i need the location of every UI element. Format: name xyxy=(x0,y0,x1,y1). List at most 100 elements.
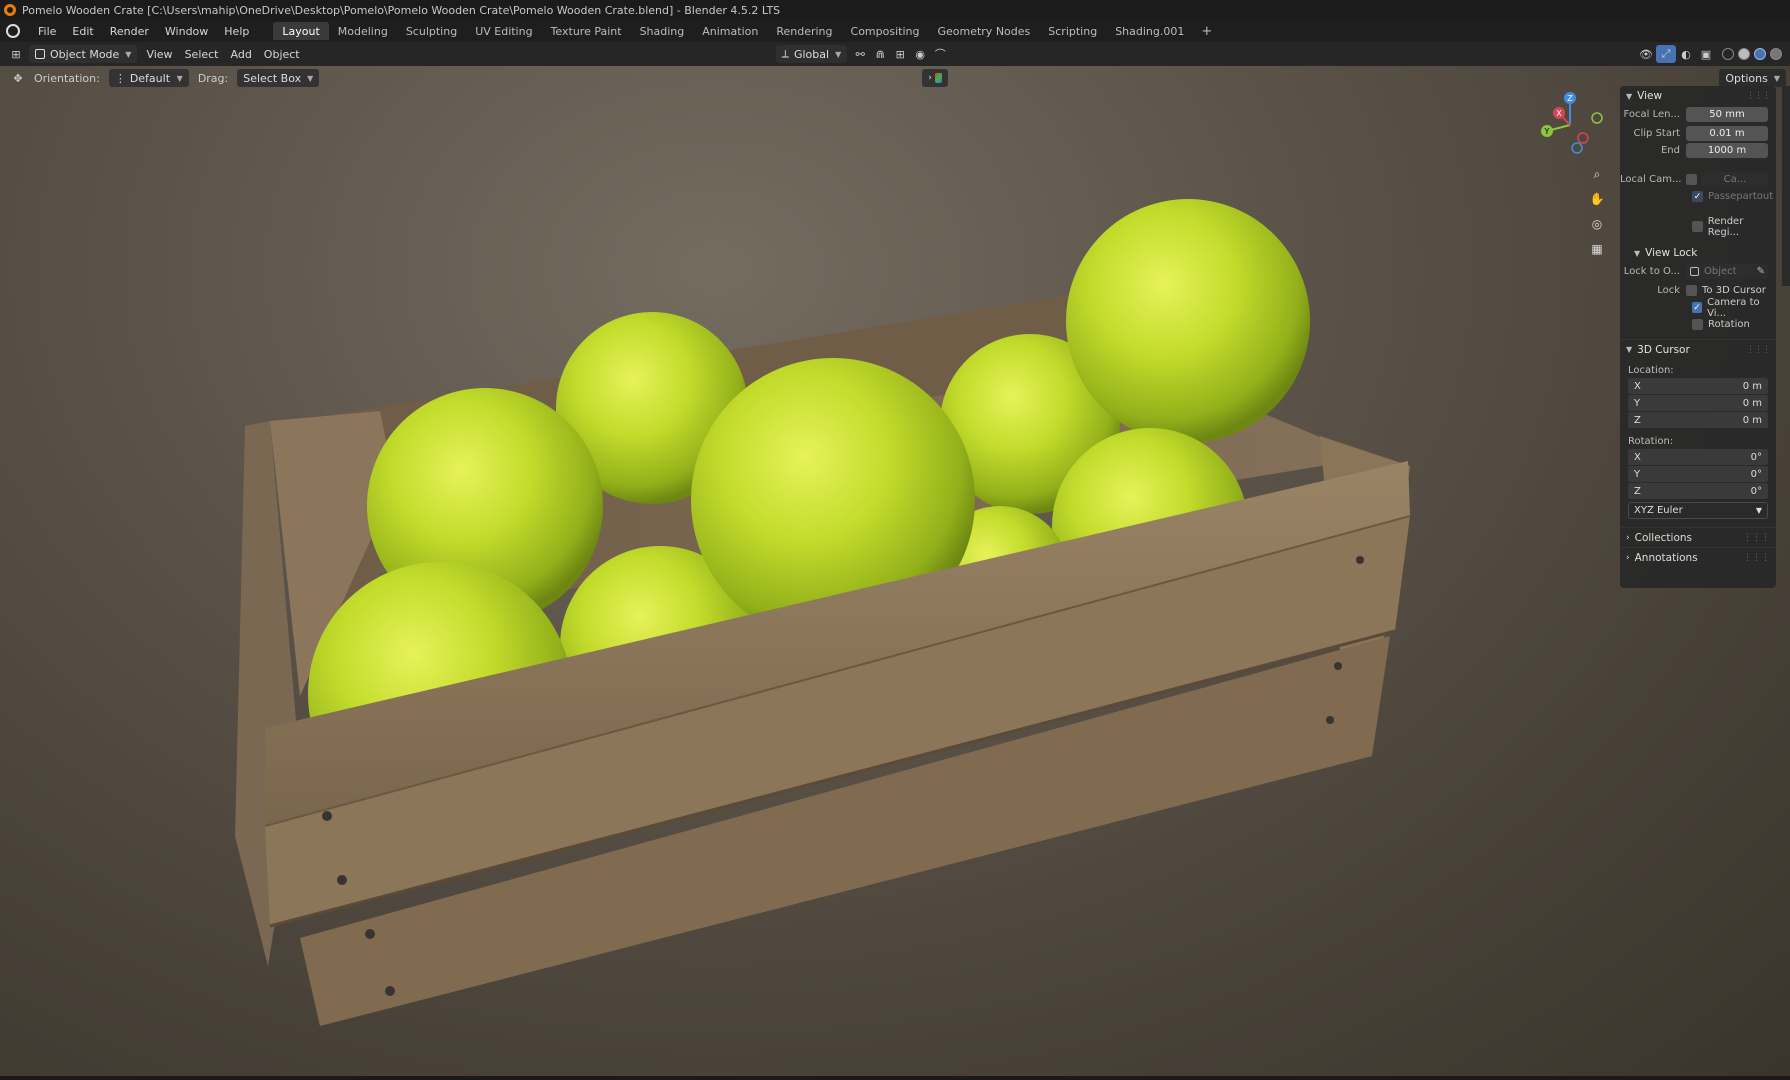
clip-end-field[interactable]: 1000 m xyxy=(1686,143,1768,158)
camera-to-view-checkbox[interactable]: ✓ xyxy=(1692,302,1703,313)
gizmo-neg-z[interactable] xyxy=(1571,142,1583,154)
cursor-location-x[interactable]: X0 m xyxy=(1628,378,1768,394)
cursor-location-y[interactable]: Y0 m xyxy=(1628,395,1768,411)
nail xyxy=(322,811,332,821)
eyedropper-icon[interactable]: ✎ xyxy=(1757,266,1765,277)
local-camera-field[interactable]: Ca... xyxy=(1702,172,1768,187)
drag-grip-icon[interactable]: ⋮⋮⋮ xyxy=(1743,533,1770,543)
rendered-shading-icon[interactable] xyxy=(1770,48,1782,60)
tab-compositing[interactable]: Compositing xyxy=(842,22,929,40)
zoom-icon[interactable]: ⌕ xyxy=(1586,163,1608,185)
solid-shading-icon[interactable] xyxy=(1738,48,1750,60)
render-region-checkbox[interactable] xyxy=(1692,221,1703,232)
pomelo-top-right xyxy=(1066,199,1310,443)
camera-view-icon[interactable]: ◎ xyxy=(1586,213,1608,235)
chevron-down-icon: ▼ xyxy=(125,49,132,59)
gizmo-y-label: Y xyxy=(1544,127,1550,136)
editor-type-icon[interactable]: ⊞ xyxy=(6,45,26,63)
lock-to-object-row: Lock to O... Object ✎ xyxy=(1620,263,1776,280)
menu-render[interactable]: Render xyxy=(102,23,157,40)
cursor-location-z[interactable]: Z0 m xyxy=(1628,412,1768,428)
3d-viewport[interactable]: Z Y X ⌕ ✋ ◎ ▦ xyxy=(0,66,1790,1078)
tab-modeling[interactable]: Modeling xyxy=(329,22,397,40)
menu-help[interactable]: Help xyxy=(216,23,257,40)
header-menu-select[interactable]: Select xyxy=(179,45,225,63)
tab-animation[interactable]: Animation xyxy=(693,22,767,40)
nail xyxy=(337,875,347,885)
perspective-grid-icon[interactable]: ▦ xyxy=(1586,238,1608,260)
lock-to-3d-cursor-checkbox[interactable] xyxy=(1686,285,1697,296)
transform-tool-icon[interactable]: ✥ xyxy=(8,69,28,87)
header-menu-object[interactable]: Object xyxy=(258,45,306,63)
collections-section-header[interactable]: › Collections ⋮⋮⋮ xyxy=(1620,527,1776,547)
mode-dropdown[interactable]: Object Mode ▼ xyxy=(29,45,138,63)
chevron-right-icon: › xyxy=(928,73,932,83)
gizmo-toggle-icon[interactable]: ⤢ xyxy=(1656,45,1676,63)
3d-cursor-section-header[interactable]: ▼ 3D Cursor ⋮⋮⋮ xyxy=(1620,339,1776,359)
tab-scripting[interactable]: Scripting xyxy=(1039,22,1106,40)
lock-rotation-checkbox[interactable] xyxy=(1692,319,1703,330)
tab-sculpting[interactable]: Sculpting xyxy=(397,22,466,40)
snap-icon[interactable]: ⋒ xyxy=(870,45,890,63)
tab-shading[interactable]: Shading xyxy=(631,22,694,40)
menu-edit[interactable]: Edit xyxy=(64,23,101,40)
transform-orientation-dropdown[interactable]: ⟂ Global ▼ xyxy=(775,45,848,63)
xray-icon[interactable]: ▣ xyxy=(1696,45,1716,63)
camera-to-view-row: ✓ Camera to Vi... xyxy=(1692,296,1760,319)
clip-start-field[interactable]: 0.01 m xyxy=(1686,126,1768,141)
tab-geometry-nodes[interactable]: Geometry Nodes xyxy=(928,22,1039,40)
pan-hand-icon[interactable]: ✋ xyxy=(1586,188,1608,210)
menu-file[interactable]: File xyxy=(30,23,64,40)
top-menubar: File Edit Render Window Help Layout Mode… xyxy=(0,20,1790,42)
tab-uv-editing[interactable]: UV Editing xyxy=(466,22,541,40)
cursor-rotation-z[interactable]: Z 0° xyxy=(1628,483,1768,499)
nail xyxy=(1334,662,1342,670)
blender-menu-icon[interactable] xyxy=(6,24,20,38)
drag-grip-icon[interactable]: ⋮⋮⋮ xyxy=(1743,553,1770,563)
focal-length-field[interactable]: 50 mm xyxy=(1686,107,1768,122)
local-camera-checkbox[interactable] xyxy=(1686,174,1697,185)
view-lock-section-header[interactable]: ▼ View Lock xyxy=(1620,243,1776,263)
shading-popover[interactable]: › xyxy=(922,69,949,87)
drag-dropdown[interactable]: Select Box ▼ xyxy=(237,69,320,87)
options-dropdown[interactable]: Options ▼ xyxy=(1719,69,1786,87)
overlay-icon[interactable]: ◐ xyxy=(1676,45,1696,63)
cursor-location-label: Location: xyxy=(1628,364,1674,376)
cursor-rotation-x[interactable]: X 0° xyxy=(1628,449,1768,465)
header-menu-add[interactable]: Add xyxy=(225,45,258,63)
falloff-icon[interactable]: ⌒ xyxy=(930,45,950,63)
navigation-gizmo[interactable]: Z Y X xyxy=(1535,90,1605,160)
nail xyxy=(1326,716,1334,724)
gizmo-neg-x[interactable] xyxy=(1577,132,1589,144)
sidebar-tabs[interactable] xyxy=(1782,86,1790,286)
chevron-down-icon: ▼ xyxy=(176,73,183,83)
window-title: Pomelo Wooden Crate [C:\Users\mahip\OneD… xyxy=(22,3,781,17)
wireframe-shading-icon[interactable] xyxy=(1722,48,1734,60)
tab-layout[interactable]: Layout xyxy=(273,22,329,40)
nail xyxy=(365,929,375,939)
orientation-dropdown[interactable]: ⋮ Default ▼ xyxy=(108,69,189,87)
proportional-edit-icon[interactable]: ◉ xyxy=(910,45,930,63)
cursor-rotation-y[interactable]: Y 0° xyxy=(1628,466,1768,482)
drag-grip-icon[interactable]: ⋮⋮⋮ xyxy=(1746,91,1771,101)
gizmo-neg-y[interactable] xyxy=(1591,112,1603,124)
tab-shading-001[interactable]: Shading.001 xyxy=(1106,22,1193,40)
tab-texture-paint[interactable]: Texture Paint xyxy=(542,22,631,40)
pivot-point-icon[interactable]: ⚯ xyxy=(850,45,870,63)
annotations-section-header[interactable]: › Annotations ⋮⋮⋮ xyxy=(1620,547,1776,567)
lock-to-object-field[interactable]: Object ✎ xyxy=(1686,264,1768,279)
tab-rendering[interactable]: Rendering xyxy=(767,22,841,40)
menu-window[interactable]: Window xyxy=(157,23,216,40)
drag-grip-icon[interactable]: ⋮⋮⋮ xyxy=(1746,345,1771,355)
passepartout-checkbox[interactable]: ✓ xyxy=(1692,191,1703,202)
cursor-rotation-label: Rotation: xyxy=(1628,435,1674,447)
header-menu-view[interactable]: View xyxy=(140,45,178,63)
snap-target-icon[interactable]: ⊞ xyxy=(890,45,910,63)
focal-length-row: Focal Len... 50 mm xyxy=(1620,106,1776,123)
view-section-header[interactable]: ▼ View ⋮⋮⋮ xyxy=(1620,86,1776,106)
rotation-mode-dropdown[interactable]: XYZ Euler ▼ xyxy=(1628,502,1768,519)
nail xyxy=(385,986,395,996)
visibility-icon[interactable]: 👁 xyxy=(1636,45,1656,63)
material-shading-icon[interactable] xyxy=(1754,48,1766,60)
add-workspace-icon[interactable]: + xyxy=(1193,22,1220,40)
